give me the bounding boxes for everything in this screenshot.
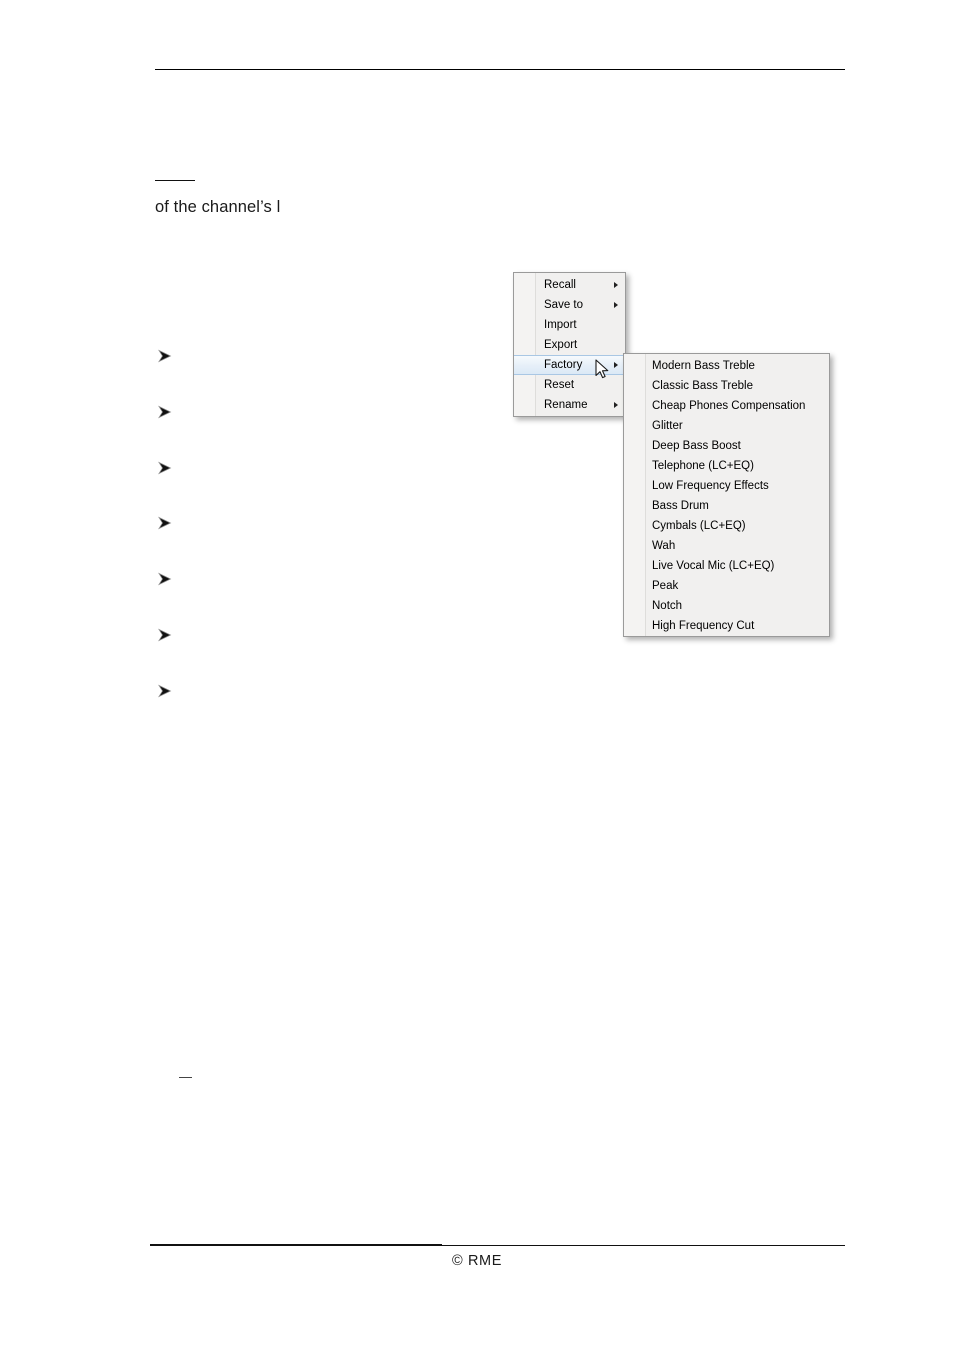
menu-item-label: Rename — [544, 399, 588, 411]
menu-item-factory[interactable]: Factory — [514, 355, 625, 375]
arrow-bullet-icon — [156, 570, 176, 590]
menu-item-label: Reset — [544, 379, 575, 391]
submenu-arrow-icon — [614, 302, 618, 308]
submenu-item-label: Bass Drum — [652, 500, 709, 512]
menu-item-label: Factory — [544, 359, 583, 371]
submenu-item-label: High Frequency Cut — [652, 620, 755, 632]
preset-context-menu[interactable]: Recall Save to Import Export Factory Reset Ren… — [513, 272, 626, 417]
submenu-item-label: Wah — [652, 540, 676, 552]
factory-presets-submenu[interactable]: Modern Bass Treble Classic Bass Treble Che… — [623, 353, 830, 637]
submenu-item-telephone-lc-eq-[interactable]: Telephone (LC+EQ) — [624, 456, 829, 476]
submenu-item-label: Cymbals (LC+EQ) — [652, 520, 746, 532]
submenu-item-label: Low Frequency Effects — [652, 480, 769, 492]
submenu-item-glitter[interactable]: Glitter — [624, 416, 829, 436]
submenu-item-live-vocal-mic-lc-eq-[interactable]: Live Vocal Mic (LC+EQ) — [624, 556, 829, 576]
submenu-arrow-icon — [614, 402, 618, 408]
header-rule — [155, 69, 845, 70]
footer-rule-thick — [150, 1244, 442, 1246]
menu-item-export[interactable]: Export — [514, 335, 625, 355]
submenu-item-label: Notch — [652, 600, 683, 612]
menu-item-label: Import — [544, 319, 577, 331]
submenu-item-label: Live Vocal Mic (LC+EQ) — [652, 560, 775, 572]
submenu-item-cheap-phones-compensation[interactable]: Cheap Phones Compensation — [624, 396, 829, 416]
submenu-item-notch[interactable]: Notch — [624, 596, 829, 616]
arrow-bullet-icon — [156, 682, 176, 702]
menu-item-reset[interactable]: Reset — [514, 375, 625, 395]
document-page: of the channel’s l Recall Save to Import Ex… — [0, 0, 954, 1350]
menu-item-label: Save to — [544, 299, 583, 311]
menu-item-recall[interactable]: Recall — [514, 275, 625, 295]
submenu-item-label: Modern Bass Treble — [652, 360, 755, 372]
submenu-arrow-icon — [614, 362, 618, 368]
arrow-bullet-icon — [156, 459, 176, 479]
menu-item-label: Export — [544, 339, 578, 351]
small-dash-mark — [179, 1077, 192, 1078]
footer-credit: © RME — [452, 1253, 502, 1269]
submenu-item-bass-drum[interactable]: Bass Drum — [624, 496, 829, 516]
menu-item-rename[interactable]: Rename — [514, 395, 625, 415]
arrow-bullet-icon — [156, 403, 176, 423]
submenu-item-label: Glitter — [652, 420, 683, 432]
menu-item-label: Recall — [544, 279, 576, 291]
submenu-item-wah[interactable]: Wah — [624, 536, 829, 556]
submenu-item-low-frequency-effects[interactable]: Low Frequency Effects — [624, 476, 829, 496]
menu-item-import[interactable]: Import — [514, 315, 625, 335]
submenu-item-deep-bass-boost[interactable]: Deep Bass Boost — [624, 436, 829, 456]
footer-rule-thin — [442, 1245, 845, 1246]
submenu-item-label: Telephone (LC+EQ) — [652, 460, 754, 472]
submenu-item-label: Deep Bass Boost — [652, 440, 741, 452]
submenu-item-high-frequency-cut[interactable]: High Frequency Cut — [624, 616, 829, 636]
arrow-bullet-icon — [156, 514, 176, 534]
submenu-item-label: Peak — [652, 580, 679, 592]
submenu-item-modern-bass-treble[interactable]: Modern Bass Treble — [624, 356, 829, 376]
submenu-item-cymbals-lc-eq-[interactable]: Cymbals (LC+EQ) — [624, 516, 829, 536]
menu-item-save-to[interactable]: Save to — [514, 295, 625, 315]
paragraph-underline — [155, 180, 195, 181]
arrow-bullet-icon — [156, 347, 176, 367]
submenu-item-classic-bass-treble[interactable]: Classic Bass Treble — [624, 376, 829, 396]
submenu-item-peak[interactable]: Peak — [624, 576, 829, 596]
submenu-item-label: Classic Bass Treble — [652, 380, 753, 392]
submenu-arrow-icon — [614, 282, 618, 288]
arrow-bullet-icon — [156, 626, 176, 646]
body-text-line: of the channel’s l — [155, 198, 281, 216]
submenu-item-label: Cheap Phones Compensation — [652, 400, 806, 412]
